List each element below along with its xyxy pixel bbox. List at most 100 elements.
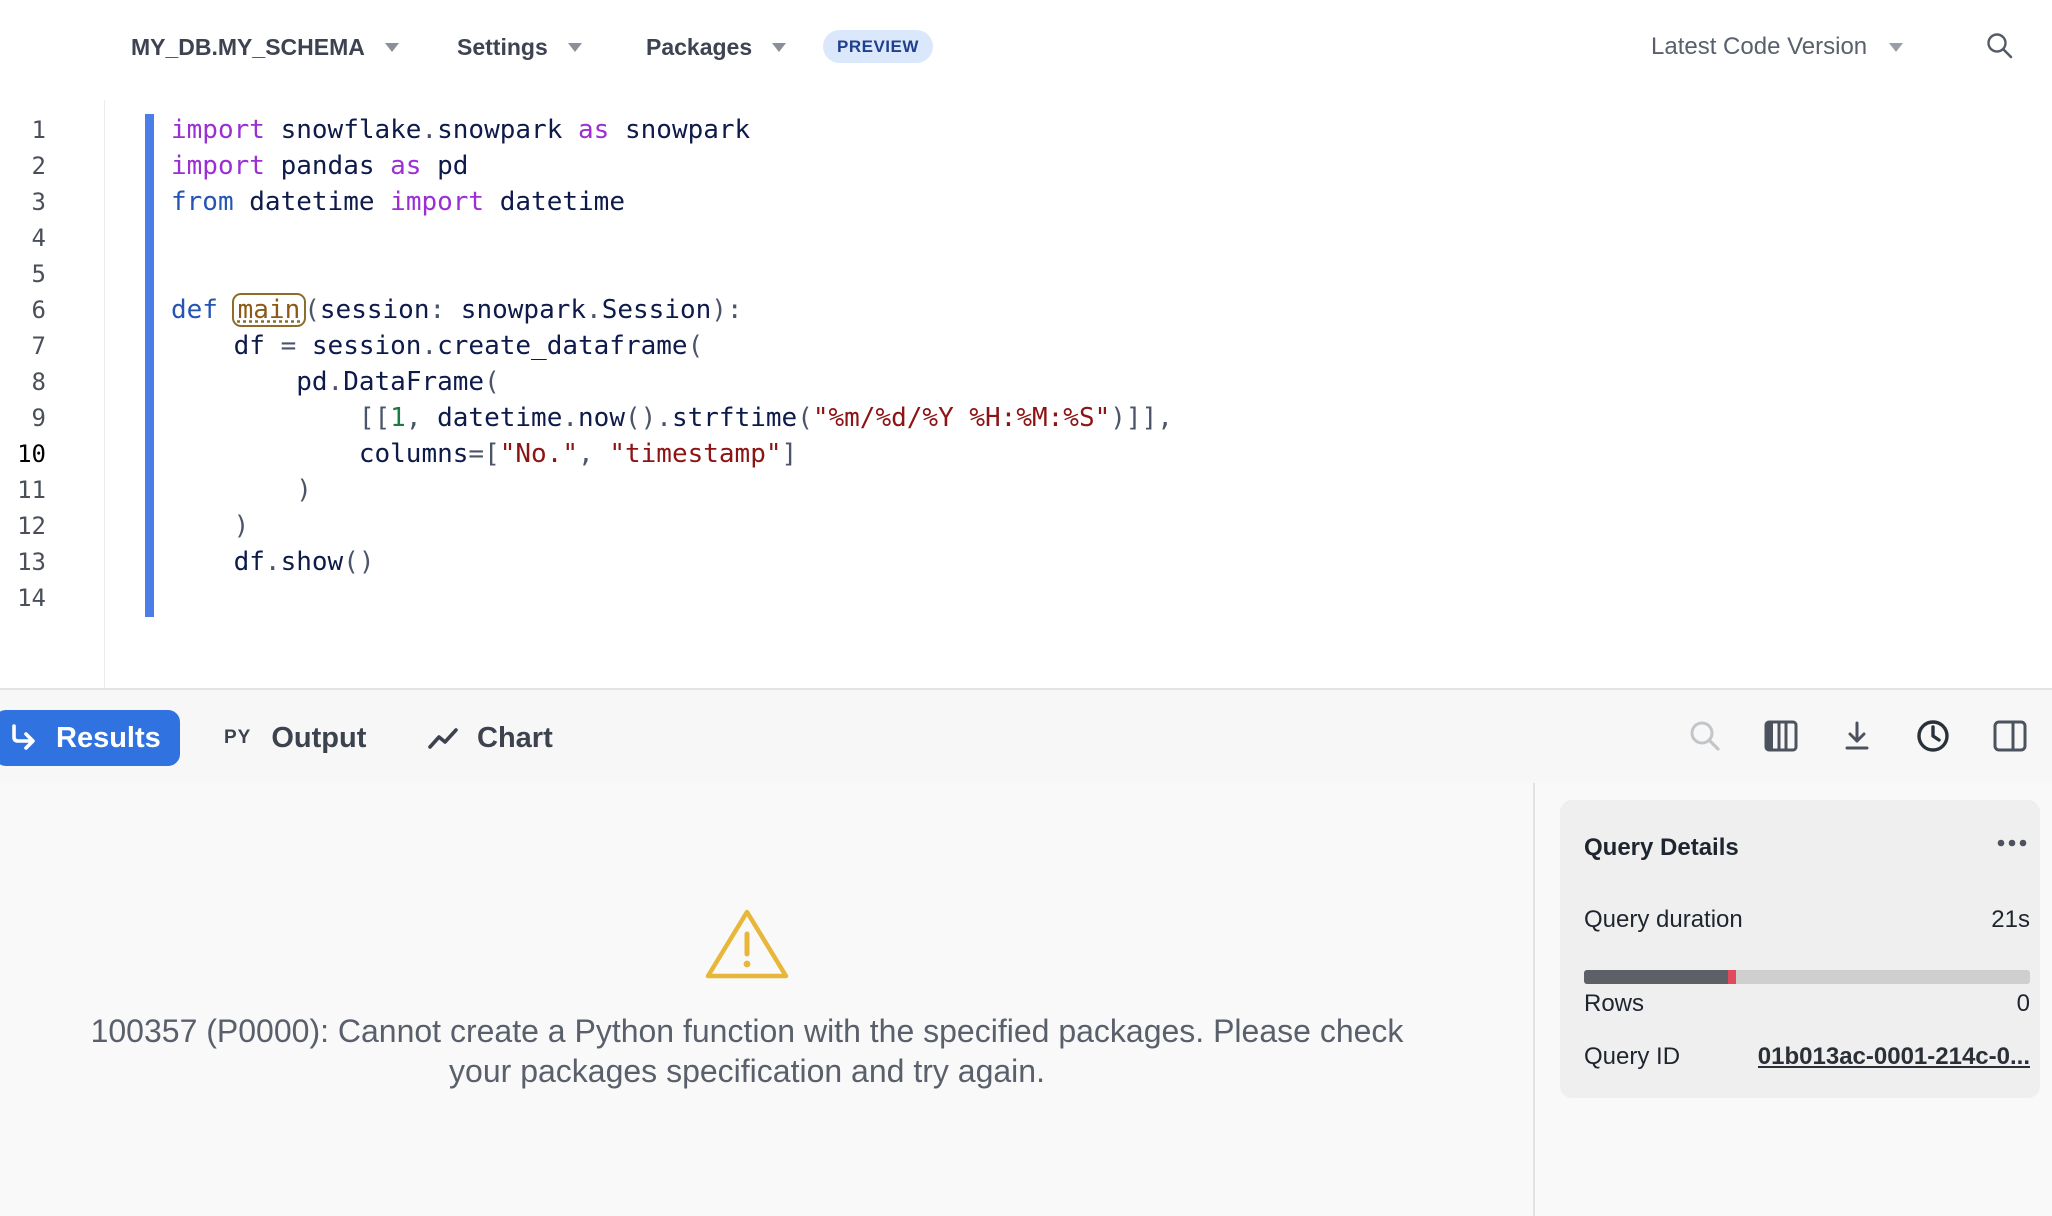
- token: (: [304, 295, 320, 325]
- line-number: 12: [17, 512, 46, 540]
- search-results-button[interactable]: [1683, 714, 1727, 758]
- code-version-label: Latest Code Version: [1651, 33, 1868, 60]
- results-pane: 100357 (P0000): Cannot create a Python f…: [0, 783, 1535, 1216]
- token: DataFrame: [343, 367, 485, 397]
- token: [[: [171, 403, 391, 433]
- code-line-12[interactable]: ): [171, 508, 250, 544]
- search-icon[interactable]: [1985, 31, 2015, 61]
- highlighted-function-name[interactable]: main: [231, 293, 307, 327]
- rows-label: Rows: [1584, 990, 1645, 1017]
- caret-down-icon: [772, 42, 787, 52]
- line-number: 9: [31, 404, 46, 432]
- line-number: 11: [17, 476, 46, 504]
- tab-results[interactable]: Results: [0, 710, 180, 766]
- line-chart-icon: [428, 728, 458, 749]
- token: show: [280, 547, 344, 577]
- download-button[interactable]: [1835, 714, 1879, 758]
- more-icon[interactable]: [1994, 830, 2030, 856]
- code-line-1[interactable]: import snowflake.snowpark as snowpark: [171, 112, 750, 148]
- token: 1: [390, 403, 406, 433]
- tab-chart[interactable]: Chart: [427, 710, 553, 766]
- warning-icon: [705, 909, 789, 979]
- token: snowflake: [264, 115, 422, 145]
- packages-label: Packages: [646, 33, 753, 60]
- token: "%m/%d/%Y %H:%M:%S": [812, 403, 1111, 433]
- token: import: [171, 151, 265, 181]
- settings-label: Settings: [457, 33, 548, 60]
- query-id-link[interactable]: 01b013ac-0001-214c-0...: [1758, 1043, 2030, 1071]
- query-duration-marker: [1727, 970, 1736, 984]
- caret-down-icon: [384, 42, 399, 52]
- token: session: [311, 331, 422, 361]
- token: snowpark: [437, 115, 563, 145]
- line-number: 14: [17, 584, 46, 612]
- token: import: [374, 187, 485, 217]
- token: datetime: [484, 187, 625, 217]
- caret-down-icon: [1889, 42, 1904, 52]
- tab-output[interactable]: PY Output: [224, 710, 366, 766]
- line-number: 4: [31, 224, 46, 252]
- query-history-button[interactable]: [1911, 714, 1955, 758]
- code-line-9[interactable]: [[1, datetime.now().strftime("%m/%d/%Y %…: [171, 400, 1173, 436]
- token: snowpark: [609, 115, 751, 145]
- preview-badge: PREVIEW: [823, 30, 933, 63]
- token: (): [343, 547, 375, 577]
- code-line-13[interactable]: df.show(): [171, 544, 375, 580]
- line-number: 13: [17, 548, 46, 576]
- schema-selector[interactable]: MY_DB.MY_SCHEMA: [131, 30, 399, 64]
- token: (: [797, 403, 813, 433]
- token: ):: [711, 295, 743, 325]
- code-editor[interactable]: 1 2 3 4 5 6 7 8 9 10 11 12 13 14 import …: [0, 100, 2052, 688]
- columns-button[interactable]: [1759, 714, 1803, 758]
- token: datetime: [233, 187, 375, 217]
- line-number: 1: [31, 116, 46, 144]
- code-line-7[interactable]: df = session.create_dataframe(: [171, 328, 704, 364]
- token: create_dataframe: [437, 331, 688, 361]
- token: Session: [601, 295, 712, 325]
- code-version-selector[interactable]: Latest Code Version: [1651, 30, 1904, 64]
- code-line-11[interactable]: ): [171, 472, 312, 508]
- code-line-2[interactable]: import pandas as pd: [171, 148, 468, 184]
- token: def: [171, 295, 218, 325]
- token: datetime: [437, 403, 563, 433]
- packages-menu[interactable]: Packages: [646, 30, 787, 64]
- code-line-10[interactable]: columns=["No.", "timestamp"]: [171, 436, 797, 472]
- rows-row: Rows 0: [1584, 990, 2030, 1018]
- token: .: [264, 547, 281, 577]
- token: .: [586, 295, 602, 325]
- token: ,: [405, 403, 438, 433]
- toggle-details-panel-button[interactable]: [1988, 714, 2032, 758]
- line-number: 3: [31, 188, 46, 216]
- tab-output-label: Output: [271, 721, 367, 754]
- token: .: [327, 367, 344, 397]
- token: :: [429, 295, 461, 325]
- caret-down-icon: [567, 42, 582, 52]
- error-message: 100357 (P0000): Cannot create a Python f…: [90, 1013, 1404, 1089]
- query-details-title: Query Details: [1584, 834, 1739, 861]
- settings-menu[interactable]: Settings: [457, 30, 582, 64]
- rows-value: 0: [2016, 990, 2030, 1017]
- token: ,: [578, 439, 610, 469]
- token: pd: [421, 151, 469, 181]
- token: .: [421, 331, 438, 361]
- query-id-row: Query ID 01b013ac-0001-214c-0...: [1584, 1043, 2030, 1071]
- token: ): [171, 511, 250, 541]
- token: "timestamp": [609, 439, 782, 469]
- top-toolbar: MY_DB.MY_SCHEMA Settings Packages PREVIE…: [0, 0, 2052, 92]
- token: session: [319, 295, 430, 325]
- line-number: 8: [31, 368, 46, 396]
- results-tab-bar: Results PY Output Chart: [0, 688, 2052, 785]
- token: .: [421, 115, 438, 145]
- columns-icon: [1764, 720, 1798, 752]
- token: ]: [781, 439, 798, 469]
- code-line-6[interactable]: def main (session: snowpark.Session):: [171, 292, 743, 328]
- code-line-8[interactable]: pd.DataFrame(: [171, 364, 500, 400]
- token: pandas: [264, 151, 375, 181]
- token: =: [264, 331, 312, 361]
- token: columns: [171, 439, 469, 469]
- code-line-3[interactable]: from datetime import datetime: [171, 184, 625, 220]
- query-duration-value: 21s: [1991, 906, 2030, 933]
- token: (: [484, 367, 500, 397]
- history-icon: [1917, 720, 1949, 752]
- token: as: [374, 151, 422, 181]
